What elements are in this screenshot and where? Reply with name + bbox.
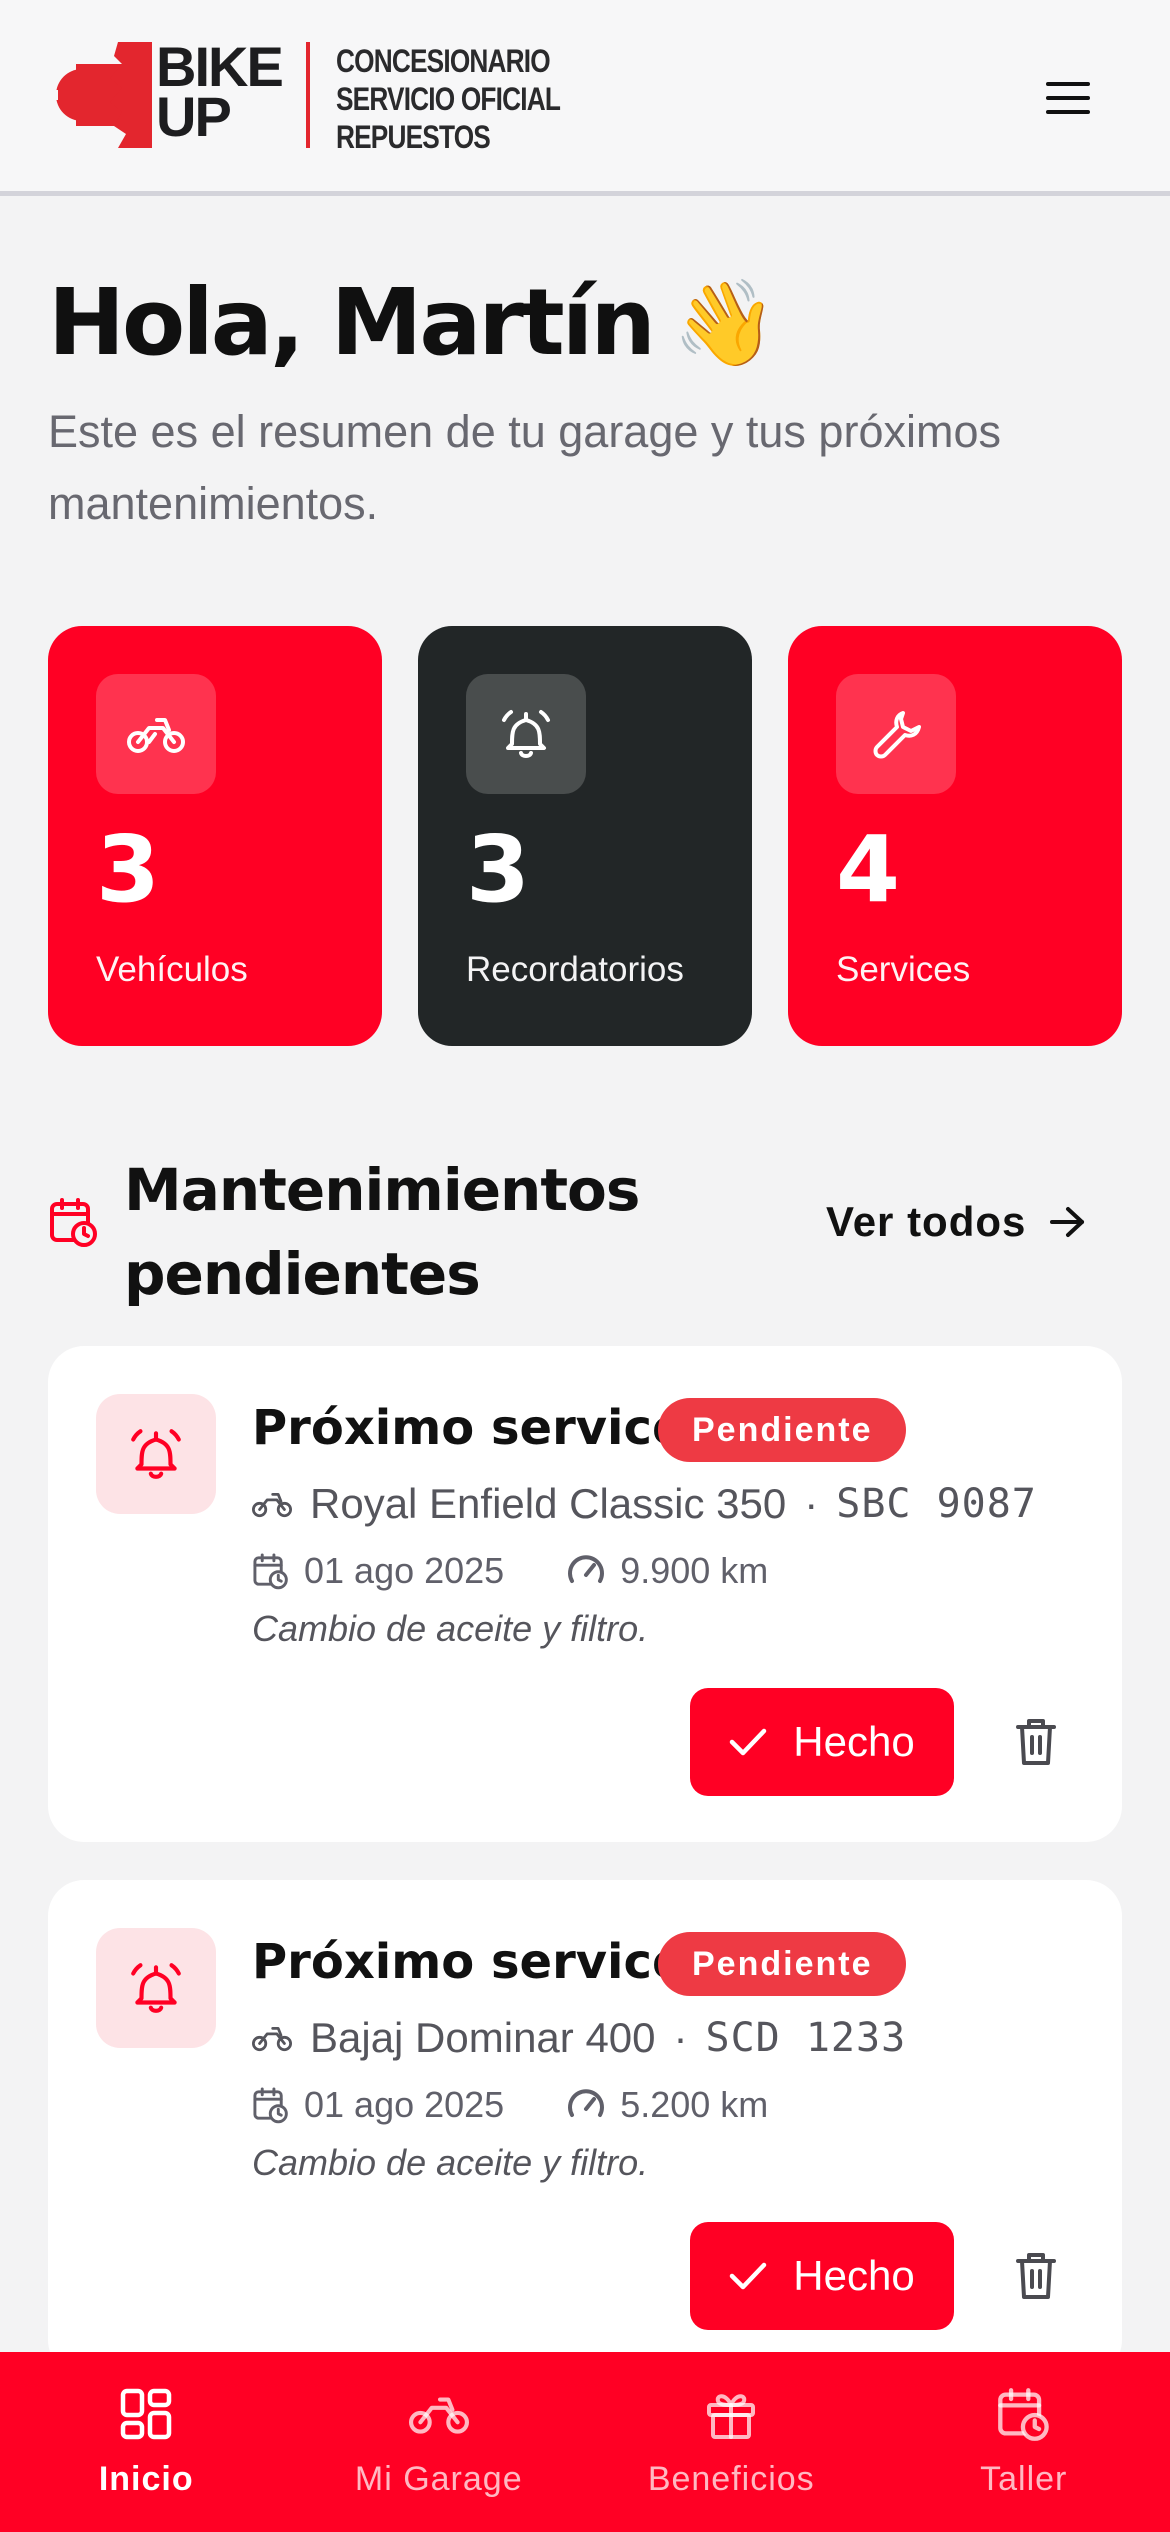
- see-all-link[interactable]: Ver todos: [826, 1198, 1086, 1246]
- mark-done-button[interactable]: Hecho: [690, 1688, 954, 1796]
- stat-icon-box: [96, 674, 216, 794]
- done-label: Hecho: [793, 1718, 915, 1765]
- bell-icon: [131, 1429, 181, 1479]
- speedometer-icon: [568, 2089, 605, 2117]
- nav-item-beneficios[interactable]: Beneficios: [585, 2352, 878, 2532]
- odometer-info: 5.200 km: [566, 2084, 768, 2126]
- brand-line-2: UP: [156, 85, 232, 148]
- card-icon-box: [96, 1928, 216, 2048]
- stat-value: 3: [466, 816, 531, 923]
- license-plate: SCD 1233: [705, 2015, 907, 2061]
- stat-label: Services: [836, 950, 971, 989]
- odometer-info: 9.900 km: [566, 1550, 768, 1592]
- maintenance-section-header: Mantenimientos pendientes Ver todos: [48, 1148, 1128, 1318]
- delete-button[interactable]: [1002, 1708, 1070, 1776]
- brand-subtitle-line: REPUESTOS: [336, 119, 491, 155]
- vehicle-info: Royal Enfield Classic 350 · SBC 9087: [252, 1472, 1037, 1536]
- status-badge: Pendiente: [658, 1398, 907, 1462]
- calendar-clock-icon: [253, 1553, 288, 1590]
- logo-divider: [306, 42, 310, 148]
- card-title: Próximo service: [252, 1400, 685, 1456]
- see-all-label: Ver todos: [826, 1198, 1027, 1245]
- gift-icon: [699, 2382, 763, 2446]
- status-badge: Pendiente: [658, 1932, 907, 1996]
- stat-label: Recordatorios: [466, 950, 684, 989]
- motorcycle-icon: [252, 1492, 292, 1518]
- stat-label: Vehículos: [96, 950, 248, 989]
- card-title: Próximo service: [252, 1934, 685, 1990]
- waving-hand-icon: 👋: [672, 274, 778, 372]
- due-date: 01 ago 2025: [304, 2084, 505, 2125]
- mark-done-button[interactable]: Hecho: [690, 2222, 954, 2330]
- motorcycle-icon: [127, 718, 185, 753]
- delete-button[interactable]: [1002, 2242, 1070, 2310]
- card-icon-box: [96, 1394, 216, 1514]
- brand-subtitle-line: CONCESIONARIO: [336, 43, 551, 79]
- nav-label: Inicio: [98, 2460, 194, 2498]
- calendar-clock-icon: [992, 2382, 1056, 2446]
- card-note: Cambio de aceite y filtro.: [252, 2142, 649, 2183]
- maintenance-card[interactable]: Próximo service Pendiente Bajaj Dominar …: [48, 1880, 1122, 2376]
- bottom-navigation: Inicio Mi Garage Beneficios Taller: [0, 2352, 1170, 2532]
- section-title: Mantenimientos pendientes: [124, 1156, 640, 1308]
- grid-icon: [114, 2382, 178, 2446]
- brand-logo[interactable]: BIKE UP CONCESIONARIO SERVICIO OFICIAL R…: [48, 39, 568, 155]
- arrow-right-icon: [1050, 1207, 1085, 1237]
- stat-value: 3: [96, 816, 161, 923]
- stat-card-vehicles[interactable]: 3 Vehículos: [48, 626, 382, 1046]
- vehicle-name: Bajaj Dominar 400: [310, 2014, 656, 2061]
- greeting-subtitle: Este es el resumen de tu garage y tus pr…: [48, 406, 1001, 529]
- separator: ·: [673, 2014, 688, 2061]
- brand-subtitle-line: SERVICIO OFICIAL: [336, 81, 561, 117]
- nav-item-mi-garage[interactable]: Mi Garage: [293, 2352, 586, 2532]
- wrench-icon: [873, 711, 921, 759]
- brand-name: BIKE UP: [156, 39, 284, 148]
- done-label: Hecho: [793, 2252, 915, 2299]
- greeting-text: Hola, Martín: [48, 269, 656, 376]
- check-icon: [730, 2262, 767, 2290]
- brand-subtitle: CONCESIONARIO SERVICIO OFICIAL REPUESTOS: [336, 42, 561, 156]
- hamburger-icon: [1046, 82, 1090, 114]
- nav-label: Beneficios: [647, 2460, 815, 2498]
- nav-item-inicio[interactable]: Inicio: [0, 2352, 293, 2532]
- card-note: Cambio de aceite y filtro.: [252, 1608, 649, 1649]
- nav-label: Taller: [980, 2460, 1068, 2498]
- card-meta: 01 ago 2025 9.900 km: [252, 1544, 768, 1598]
- vehicle-info: Bajaj Dominar 400 · SCD 1233: [252, 2006, 906, 2070]
- km-value: 9.900 km: [620, 1550, 769, 1591]
- license-plate: SBC 9087: [836, 1481, 1037, 1527]
- nav-item-taller[interactable]: Taller: [878, 2352, 1170, 2532]
- greeting-section: Hola, Martín 👋 Este es el resumen de tu …: [48, 268, 1128, 540]
- trash-icon: [1016, 2253, 1056, 2299]
- bell-icon: [502, 710, 550, 758]
- stat-icon-box: [466, 674, 586, 794]
- stat-card-reminders[interactable]: 3 Recordatorios: [418, 626, 752, 1046]
- vehicle-name: Royal Enfield Classic 350: [310, 1480, 787, 1527]
- gear-logo-icon: [48, 42, 152, 148]
- bell-icon: [131, 1963, 181, 2013]
- trash-icon: [1016, 1719, 1056, 1765]
- stat-icon-box: [836, 674, 956, 794]
- check-icon: [730, 1728, 767, 1756]
- maintenance-card[interactable]: Próximo service Pendiente Royal Enfield …: [48, 1346, 1122, 1842]
- nav-label: Mi Garage: [354, 2460, 523, 2498]
- motorcycle-icon: [252, 2026, 292, 2052]
- stat-card-services[interactable]: 4 Services: [788, 626, 1122, 1046]
- calendar-clock-icon: [253, 2087, 288, 2124]
- motorcycle-icon: [407, 2382, 471, 2446]
- stat-value: 4: [836, 816, 901, 923]
- separator: ·: [804, 1480, 819, 1527]
- speedometer-icon: [568, 1555, 605, 1583]
- menu-button[interactable]: [1036, 66, 1100, 130]
- calendar-clock-icon: [50, 1198, 97, 1247]
- km-value: 5.200 km: [620, 2084, 769, 2125]
- card-meta: 01 ago 2025 5.200 km: [252, 2078, 768, 2132]
- due-date: 01 ago 2025: [304, 1550, 505, 1591]
- app-header: BIKE UP CONCESIONARIO SERVICIO OFICIAL R…: [0, 0, 1170, 196]
- greeting-title: Hola, Martín 👋: [48, 268, 1128, 378]
